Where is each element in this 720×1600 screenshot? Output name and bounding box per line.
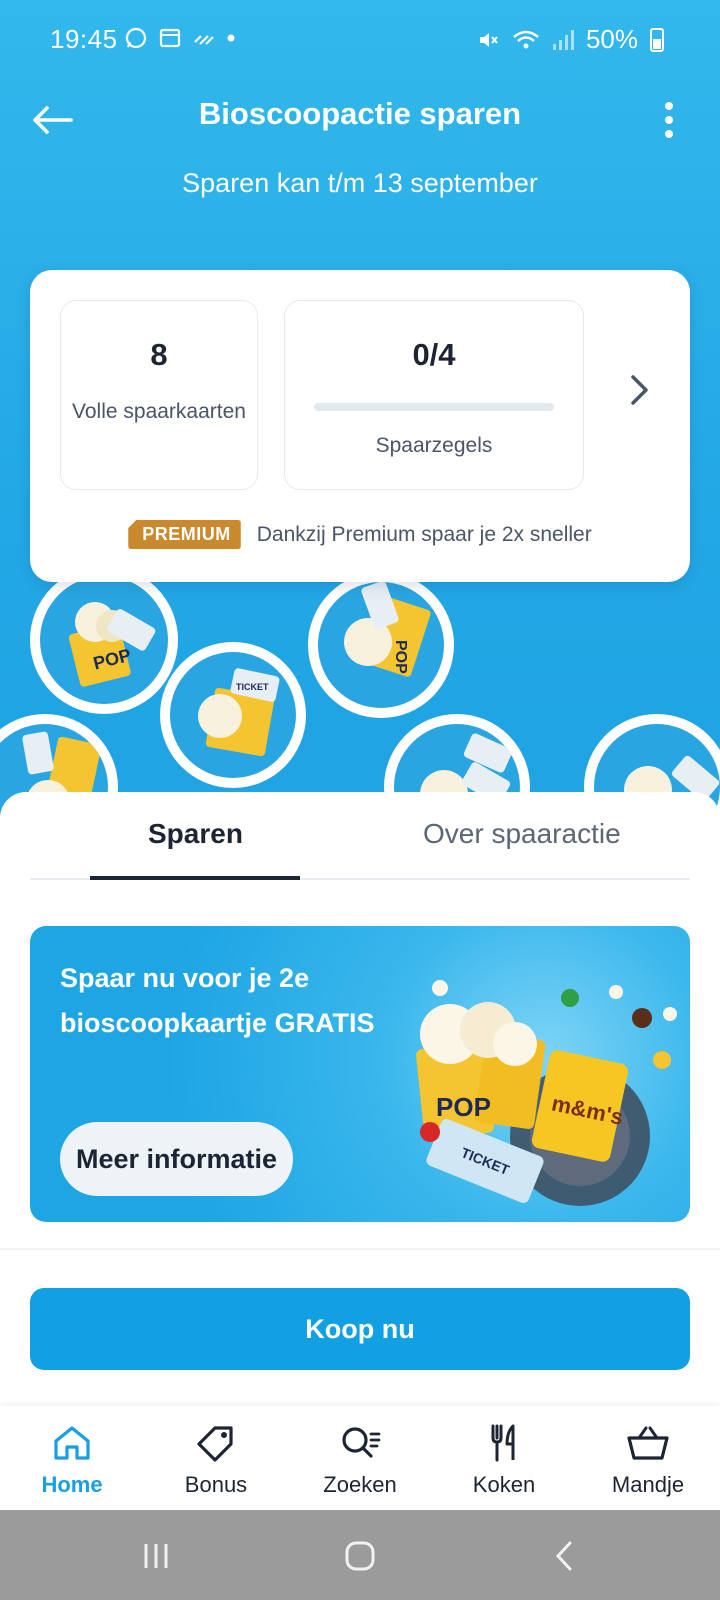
recent-apps-button[interactable] xyxy=(134,1534,178,1578)
search-list-icon xyxy=(342,1427,381,1458)
svg-text:POP: POP xyxy=(392,640,409,674)
nav-zoeken[interactable]: Zoeken xyxy=(288,1406,432,1510)
stamp-decoration: TICKET xyxy=(160,642,306,788)
status-time: 19:45 xyxy=(50,24,118,54)
home-icon xyxy=(54,1426,90,1460)
stamps-label: Spaarzegels xyxy=(375,434,493,457)
more-options-button[interactable] xyxy=(654,94,684,146)
promo-text: Spaar nu voor je 2e bioscoopkaartje GRAT… xyxy=(60,963,375,1038)
nav-home[interactable]: Home xyxy=(0,1406,144,1510)
nav-bonus[interactable]: Bonus xyxy=(144,1406,288,1510)
activity-icon xyxy=(194,35,214,45)
dot xyxy=(665,116,673,124)
chevron-right-icon xyxy=(631,375,648,405)
buy-now-button[interactable]: Koop nu xyxy=(30,1288,690,1370)
active-tab-indicator xyxy=(90,876,300,880)
savings-card[interactable]: 8 Volle spaarkaarten 0/4 Spaarzegels PRE… xyxy=(30,270,690,582)
stamps-value: 0/4 xyxy=(412,337,456,372)
status-bar: 19:45 50% xyxy=(0,0,720,80)
premium-text: Dankzij Premium spaar je 2x sneller xyxy=(256,522,592,546)
recent-apps-icon xyxy=(144,1544,168,1568)
popcorn-snacks-illustration: POP m&m's TICKET xyxy=(416,980,677,1206)
whatsapp-icon xyxy=(125,27,147,49)
wifi-icon xyxy=(513,30,539,48)
system-navigation-bar xyxy=(0,1510,720,1600)
tab-over-spaaractie[interactable]: Over spaaractie xyxy=(423,818,621,850)
basket-icon xyxy=(627,1426,669,1460)
promo-banner: Spaar nu voor je 2e bioscoopkaartje GRAT… xyxy=(30,926,690,1222)
svg-text:TICKET: TICKET xyxy=(236,682,269,692)
content-sheet: Sparen Over spaaractie Spaar nu voor je … xyxy=(0,792,720,1412)
home-system-button[interactable] xyxy=(338,1534,382,1578)
home-circle-icon xyxy=(345,1541,375,1571)
battery-icon xyxy=(650,27,664,52)
full-cards-stat: 8 Volle spaarkaarten xyxy=(60,300,258,490)
hero-banner: POP TICKET POP 19:45 50% Bioscoopactie s… xyxy=(0,0,720,830)
notification-icons xyxy=(124,26,236,50)
battery-percent: 50% xyxy=(585,24,638,54)
stamp-decoration: POP xyxy=(30,566,178,714)
mute-icon xyxy=(479,32,498,47)
card-details-button[interactable] xyxy=(620,370,660,410)
tab-sparen[interactable]: Sparen xyxy=(148,818,243,850)
premium-row: PREMIUM Dankzij Premium spaar je 2x snel… xyxy=(30,520,690,549)
nav-koken[interactable]: Koken xyxy=(432,1406,576,1510)
chevron-left-icon xyxy=(555,1541,572,1571)
bottom-navigation: Home Bonus Zoeken Koken Mandje xyxy=(0,1406,720,1510)
full-cards-label: Volle spaarkaarten xyxy=(72,400,246,423)
full-cards-value: 8 xyxy=(150,337,168,372)
dot-icon xyxy=(227,34,235,42)
nav-label: Bonus xyxy=(184,1472,248,1497)
nav-mandje[interactable]: Mandje xyxy=(576,1406,720,1510)
more-info-button[interactable]: Meer informatie xyxy=(60,1122,294,1196)
signal-icon xyxy=(552,29,574,50)
app-bar: Bioscoopactie sparen xyxy=(0,84,720,156)
tag-icon xyxy=(197,1426,233,1462)
back-system-button[interactable] xyxy=(542,1534,586,1578)
status-right: 50% xyxy=(476,24,664,55)
stamps-stat: 0/4 Spaarzegels xyxy=(284,300,584,490)
premium-badge: PREMIUM xyxy=(128,520,241,549)
nav-label: Koken xyxy=(472,1472,536,1497)
page-subtitle: Sparen kan t/m 13 september xyxy=(182,168,538,198)
calendar-icon xyxy=(159,28,181,48)
stamps-progress-bar xyxy=(314,403,554,411)
cutlery-icon xyxy=(491,1424,515,1462)
tab-bar: Sparen Over spaaractie xyxy=(30,792,690,880)
svg-text:POP: POP xyxy=(436,1092,491,1122)
page-title: Bioscoopactie sparen xyxy=(198,96,522,131)
nav-label: Zoeken xyxy=(323,1472,397,1497)
nav-label: Home xyxy=(41,1472,103,1497)
dot xyxy=(665,130,673,138)
dot xyxy=(665,102,673,110)
divider xyxy=(0,1248,720,1250)
nav-label: Mandje xyxy=(611,1472,685,1497)
stamp-decoration: POP xyxy=(308,572,454,718)
